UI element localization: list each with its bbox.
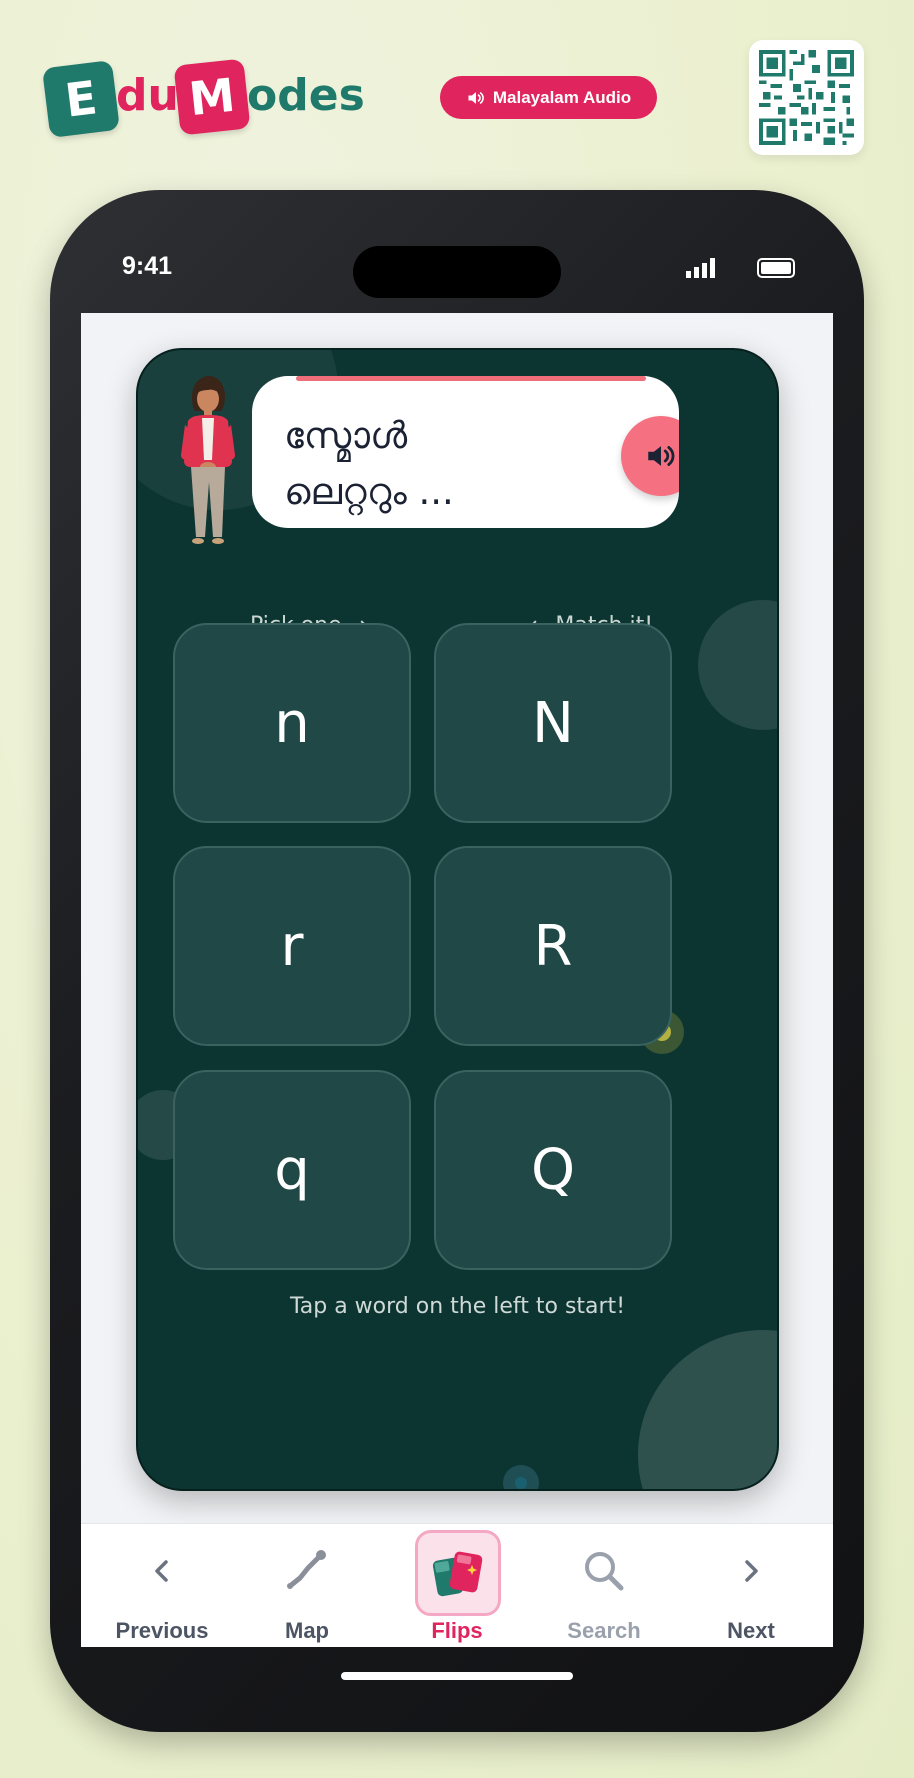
chevron-right-icon bbox=[745, 1560, 758, 1582]
word-tile-left[interactable]: q bbox=[173, 1070, 411, 1270]
match-tile-right[interactable]: N bbox=[434, 623, 672, 823]
nav-map-label: Map bbox=[285, 1618, 329, 1643]
word-tile-left[interactable]: n bbox=[173, 623, 411, 823]
flip-cards-icon bbox=[432, 1551, 483, 1597]
signal-icon bbox=[686, 258, 715, 278]
malayalam-audio-label: Malayalam Audio bbox=[492, 87, 632, 107]
teacher-avatar-icon bbox=[181, 376, 235, 544]
speech-text: സ്മോൾ ലെറ്ററും ... bbox=[284, 408, 584, 520]
malayalam-audio-button[interactable]: Malayalam Audio bbox=[440, 76, 657, 119]
play-audio-button[interactable] bbox=[621, 416, 679, 496]
qr-code-icon bbox=[759, 50, 854, 145]
speaker-icon bbox=[648, 446, 675, 466]
match-tile-right[interactable]: Q bbox=[434, 1070, 672, 1270]
nav-search[interactable]: Search bbox=[539, 1524, 669, 1647]
nav-flips[interactable]: Flips bbox=[392, 1524, 522, 1647]
flips-active-box bbox=[415, 1530, 501, 1616]
route-map-icon bbox=[287, 1550, 326, 1589]
word-tile-left[interactable]: r bbox=[173, 846, 411, 1046]
qr-code[interactable] bbox=[749, 40, 864, 155]
chevron-left-icon bbox=[155, 1560, 168, 1582]
dynamic-island bbox=[353, 246, 561, 298]
bottom-nav: Previous Map Flips Search Next bbox=[81, 1523, 833, 1647]
speech-bubble: സ്മോൾ ലെറ്ററും ... bbox=[252, 376, 679, 528]
nav-map[interactable]: Map bbox=[242, 1524, 372, 1647]
home-indicator[interactable] bbox=[341, 1672, 573, 1680]
nav-search-label: Search bbox=[567, 1618, 641, 1643]
nav-previous[interactable]: Previous bbox=[97, 1524, 227, 1647]
nav-next[interactable]: Next bbox=[686, 1524, 816, 1647]
nav-next-label: Next bbox=[727, 1618, 775, 1643]
speech-progress-bar bbox=[296, 376, 646, 381]
match-tile-right[interactable]: R bbox=[434, 846, 672, 1046]
logo-tile-e: E bbox=[41, 59, 121, 139]
phone-frame: 9:41 സ്മോൾ ലെറ്ററും ... n N r R q Q Tap … bbox=[50, 190, 864, 1732]
battery-icon bbox=[757, 258, 795, 278]
decor-bubble bbox=[503, 1465, 539, 1489]
edumodes-logo: E du M odes bbox=[41, 58, 366, 140]
logo-text-odes: odes bbox=[247, 70, 365, 121]
nav-previous-label: Previous bbox=[115, 1618, 209, 1643]
decor-bubble bbox=[638, 1330, 777, 1489]
search-icon bbox=[585, 1552, 624, 1591]
instruction-text: Tap a word on the left to start! bbox=[289, 1294, 626, 1319]
speech-line-1: സ്മോൾ bbox=[284, 414, 408, 457]
logo-tile-m: M bbox=[173, 58, 251, 136]
decor-bubble bbox=[698, 600, 777, 730]
matching-game-card: സ്മോൾ ലെറ്ററും ... Pick one → ← Match it… bbox=[136, 348, 779, 1491]
speaker-icon bbox=[468, 91, 484, 104]
status-time: 9:41 bbox=[122, 252, 173, 280]
speech-line-2: ലെറ്ററും ... bbox=[284, 470, 454, 513]
logo-text-du: du bbox=[116, 70, 179, 121]
app-screen: സ്മോൾ ലെറ്ററും ... Pick one → ← Match it… bbox=[81, 313, 833, 1647]
nav-flips-label: Flips bbox=[431, 1618, 483, 1643]
